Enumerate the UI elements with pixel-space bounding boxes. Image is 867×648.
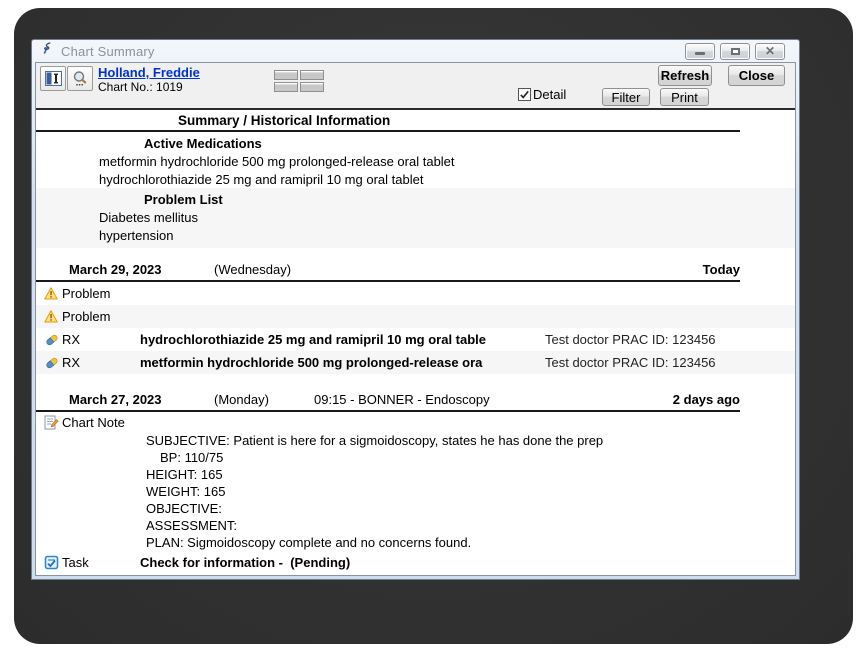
maximize-icon	[730, 47, 740, 55]
note-pencil-icon	[44, 415, 62, 430]
minimize-icon	[695, 52, 705, 55]
section-title: Problem List	[144, 192, 223, 207]
medication-item[interactable]: hydrochlorothiazide 25 mg and ramipril 1…	[36, 171, 795, 189]
date-header-row: March 29, 2023 (Wednesday) Today	[36, 258, 740, 280]
app-logo-icon	[40, 41, 55, 61]
date-label: March 29, 2023	[69, 261, 162, 277]
weekday-label: (Wednesday)	[214, 261, 292, 277]
entry-type-label: RX	[62, 355, 81, 370]
problem-item[interactable]: hypertension	[36, 227, 795, 245]
titlebar[interactable]: Chart Summary ✕	[32, 40, 799, 62]
detail-checkbox-label: Detail	[533, 87, 567, 102]
entry-type-label: RX	[62, 332, 81, 347]
panel-toggle-button[interactable]	[40, 66, 66, 91]
relative-date-label: 2 days ago	[672, 391, 740, 407]
rx-prescriber: Test doctor PRAC ID: 123456	[545, 355, 716, 370]
chart-number: Chart No.: 1019	[98, 80, 183, 94]
warning-triangle-icon	[44, 287, 62, 300]
layout-pane-top-right[interactable]	[300, 70, 324, 80]
note-line: HEIGHT: 165	[146, 467, 223, 482]
note-line: PLAN: Sigmoidoscopy complete and no conc…	[146, 535, 472, 550]
rx-drug-name: hydrochlorothiazide 25 mg and ramipril 1…	[140, 332, 487, 347]
checkmark-icon	[520, 90, 529, 99]
chart-summary-window: Chart Summary ✕ Holland, Freddie Chart N…	[31, 39, 800, 580]
filter-button[interactable]: Filter	[602, 88, 650, 106]
summary-header: Summary / Historical Information	[178, 113, 391, 128]
patient-info: Holland, Freddie Chart No.: 1019	[98, 65, 200, 95]
minimize-button[interactable]	[685, 42, 715, 60]
close-window-button[interactable]: ✕	[755, 42, 785, 60]
weekday-label: (Monday)	[214, 391, 269, 407]
note-line: OBJECTIVE:	[146, 501, 222, 516]
task-entry-row[interactable]: Task Check for information - (Pending)	[36, 551, 795, 574]
entry-type-label: Chart Note	[62, 414, 125, 430]
entry-type-label: Task	[62, 555, 89, 570]
problem-entry-row[interactable]: Problem	[36, 305, 795, 328]
layout-grid-selector[interactable]	[274, 70, 324, 92]
note-line: SUBJECTIVE: Patient is here for a sigmoi…	[146, 433, 604, 448]
detail-checkbox-group: Detail	[518, 87, 566, 102]
task-text: Check for information - (Pending)	[140, 555, 351, 570]
rx-prescriber: Test doctor PRAC ID: 123456	[545, 332, 716, 347]
rx-entry-row[interactable]: RX hydrochlorothiazide 25 mg and ramipri…	[36, 328, 795, 351]
warning-triangle-icon	[44, 310, 62, 323]
section-active-medications: Active Medications metformin hydrochlori…	[36, 132, 795, 188]
date-header-row: March 27, 2023 (Monday) 09:15 - BONNER -…	[36, 388, 740, 410]
relative-date-label: Today	[702, 261, 740, 277]
patient-name-link[interactable]: Holland, Freddie	[98, 65, 200, 80]
pill-icon	[44, 332, 62, 348]
search-button[interactable]	[67, 66, 93, 91]
rx-drug-name: metformin hydrochloride 500 mg prolonged…	[140, 355, 483, 370]
close-icon: ✕	[764, 44, 776, 58]
toolbar: Holland, Freddie Chart No.: 1019 Detail …	[36, 63, 795, 108]
task-clipboard-icon	[44, 555, 62, 570]
search-icon	[73, 71, 87, 86]
note-line: WEIGHT: 165	[146, 484, 226, 499]
maximize-button[interactable]	[720, 42, 750, 60]
chart-note-body: SUBJECTIVE: Patient is here for a sigmoi…	[36, 432, 795, 551]
note-line: ASSESSMENT:	[146, 518, 238, 533]
date-group-march-27: March 27, 2023 (Monday) 09:15 - BONNER -…	[36, 388, 795, 412]
problem-item[interactable]: Diabetes mellitus	[36, 209, 795, 227]
window-title: Chart Summary	[61, 43, 155, 59]
appointment-detail: 09:15 - BONNER - Endoscopy	[314, 391, 490, 407]
panel-toggle-icon	[44, 71, 62, 86]
print-button[interactable]: Print	[660, 88, 709, 106]
date-group-march-29: March 29, 2023 (Wednesday) Today	[36, 258, 795, 282]
date-label: March 27, 2023	[69, 391, 162, 407]
section-title: Active Medications	[144, 136, 262, 151]
refresh-button[interactable]: Refresh	[658, 65, 712, 86]
close-button[interactable]: Close	[728, 65, 785, 86]
chart-summary-report: Summary / Historical Information Active …	[36, 108, 795, 575]
window-client-area: Holland, Freddie Chart No.: 1019 Detail …	[35, 62, 796, 576]
medication-item[interactable]: metformin hydrochloride 500 mg prolonged…	[36, 153, 795, 171]
window-controls: ✕	[685, 42, 791, 60]
entry-type-label: Problem	[62, 309, 111, 324]
section-problem-list: Problem List Diabetes mellitus hypertens…	[36, 188, 795, 248]
layout-pane-bottom-left[interactable]	[274, 82, 298, 92]
layout-pane-top-left[interactable]	[274, 70, 298, 80]
rx-entry-row[interactable]: RX metformin hydrochloride 500 mg prolon…	[36, 351, 795, 374]
note-line: BP: 110/75	[160, 450, 224, 465]
pill-icon	[44, 355, 62, 371]
chart-note-entry-row[interactable]: Chart Note	[36, 412, 795, 432]
layout-pane-bottom-right[interactable]	[300, 82, 324, 92]
entry-type-label: Problem	[62, 286, 111, 301]
detail-checkbox[interactable]	[518, 88, 531, 101]
problem-entry-row[interactable]: Problem	[36, 282, 795, 305]
